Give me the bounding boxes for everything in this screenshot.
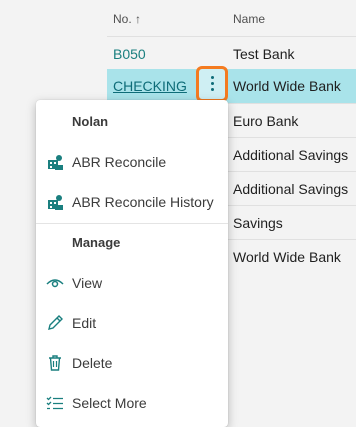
more-options-icon bbox=[211, 76, 214, 94]
menu-item-label: ABR Reconcile History bbox=[72, 194, 214, 210]
row-name: Additional Savings bbox=[233, 147, 349, 163]
menu-item-label: ABR Reconcile bbox=[72, 154, 167, 170]
menu-divider bbox=[36, 223, 228, 224]
row-name: Test Bank bbox=[233, 46, 295, 62]
column-header-no[interactable]: No. ↑ bbox=[113, 12, 141, 26]
menu-item-delete[interactable]: Delete bbox=[36, 345, 228, 381]
row-no-link[interactable]: CHECKING bbox=[113, 78, 187, 94]
row-actions-dropdown: Nolan ABR Reconcile ABR Reconcile Histor… bbox=[36, 100, 228, 427]
menu-item-label: Edit bbox=[72, 315, 97, 331]
menu-item-abr-reconcile-history[interactable]: ABR Reconcile History bbox=[36, 184, 228, 220]
row-name: World Wide Bank bbox=[233, 249, 341, 265]
menu-group-nolan: Nolan bbox=[72, 114, 109, 129]
menu-item-abr-reconcile[interactable]: ABR Reconcile bbox=[36, 144, 228, 180]
bank-accounts-list-page: No. ↑ Name B050 Test Bank CHECKING World… bbox=[0, 0, 356, 427]
column-header-name[interactable]: Name bbox=[233, 12, 265, 26]
menu-group-manage: Manage bbox=[72, 235, 121, 250]
menu-item-select-more[interactable]: Select More bbox=[36, 385, 228, 421]
checklist-icon bbox=[46, 396, 63, 410]
menu-item-edit[interactable]: Edit bbox=[36, 305, 228, 341]
row-name: Savings bbox=[233, 215, 283, 231]
menu-item-label: View bbox=[72, 275, 103, 291]
row-name: Euro Bank bbox=[233, 113, 299, 129]
row-name: Additional Savings bbox=[233, 181, 349, 197]
table-row[interactable]: B050 Test Bank bbox=[107, 36, 356, 70]
abr-reconcile-icon bbox=[48, 155, 63, 170]
row-name: World Wide Bank bbox=[233, 78, 341, 94]
menu-item-label: Select More bbox=[72, 395, 147, 411]
table-row-selected[interactable]: CHECKING World Wide Bank bbox=[107, 69, 356, 103]
table-header: No. ↑ Name bbox=[0, 0, 356, 36]
abr-reconcile-history-icon bbox=[48, 195, 63, 210]
menu-item-view[interactable]: View bbox=[36, 265, 228, 301]
eye-icon bbox=[46, 279, 64, 288]
pencil-icon bbox=[48, 315, 63, 330]
trash-icon bbox=[49, 355, 61, 371]
menu-item-label: Delete bbox=[72, 355, 113, 371]
row-no-link[interactable]: B050 bbox=[113, 46, 146, 62]
row-actions-menu-button[interactable] bbox=[196, 66, 228, 102]
